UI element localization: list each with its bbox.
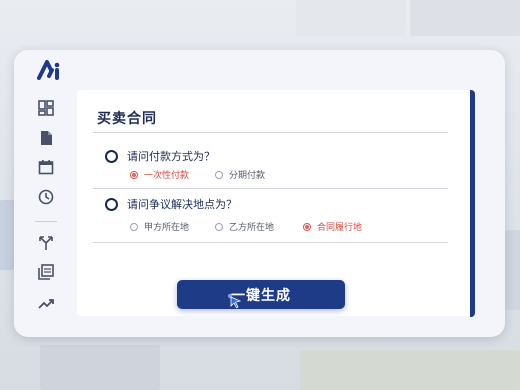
- panel-accent-bar: [470, 90, 475, 317]
- clock-icon[interactable]: [38, 189, 54, 205]
- option-label: 甲方所在地: [144, 223, 190, 233]
- app-window: 买卖合同 请问付款方式为？ 一次性付款 分期付款 请问争议解决地点为？ 甲方所在…: [14, 50, 505, 337]
- background-block: [410, 0, 520, 36]
- option-party-a-location[interactable]: 甲方所在地: [130, 220, 189, 233]
- question-marker-icon: [105, 149, 118, 163]
- question-text: 请问付款方式为？: [127, 150, 215, 163]
- option-label: 合同履行地: [317, 223, 363, 233]
- dashboard-icon[interactable]: [38, 100, 54, 116]
- mouse-cursor-icon: [227, 293, 241, 309]
- option-performance-location[interactable]: 合同履行地: [303, 220, 362, 233]
- option-label: 一次性付款: [144, 171, 190, 181]
- background-block: [40, 345, 160, 390]
- question-dispute-location: 请问争议解决地点为？: [105, 196, 237, 212]
- option-installment[interactable]: 分期付款: [215, 168, 265, 181]
- document-icon[interactable]: [38, 130, 54, 146]
- trend-up-icon[interactable]: [38, 295, 54, 311]
- background-block: [0, 200, 14, 270]
- form-title: 买卖合同: [97, 111, 157, 127]
- radio-unselected[interactable]: [215, 170, 223, 179]
- question-marker-icon: [105, 197, 118, 211]
- option-label: 分期付款: [229, 171, 266, 181]
- option-party-b-location[interactable]: 乙方所在地: [215, 220, 274, 233]
- option-lump-sum[interactable]: 一次性付款: [130, 168, 189, 181]
- question-payment: 请问付款方式为？: [105, 148, 215, 164]
- question-text: 请问争议解决地点为？: [127, 198, 237, 211]
- generate-button[interactable]: 一键生成: [177, 280, 345, 309]
- contract-form-panel: 买卖合同 请问付款方式为？ 一次性付款 分期付款 请问争议解决地点为？ 甲方所在…: [77, 90, 474, 316]
- option-label: 乙方所在地: [229, 223, 275, 233]
- radio-selected[interactable]: [303, 222, 311, 231]
- radio-selected[interactable]: [130, 170, 138, 179]
- question-divider: [93, 242, 448, 243]
- radio-unselected[interactable]: [130, 222, 138, 231]
- sidebar-divider: [35, 221, 57, 222]
- stack-document-icon[interactable]: [38, 264, 54, 280]
- background-block: [505, 230, 520, 310]
- background-block: [300, 350, 520, 390]
- sidebar: [14, 50, 78, 337]
- radio-unselected[interactable]: [215, 222, 223, 231]
- question-divider: [93, 188, 448, 189]
- calendar-icon[interactable]: [38, 159, 54, 175]
- background-block: [296, 0, 406, 36]
- title-divider: [93, 132, 448, 133]
- share-arrows-icon[interactable]: [38, 235, 54, 251]
